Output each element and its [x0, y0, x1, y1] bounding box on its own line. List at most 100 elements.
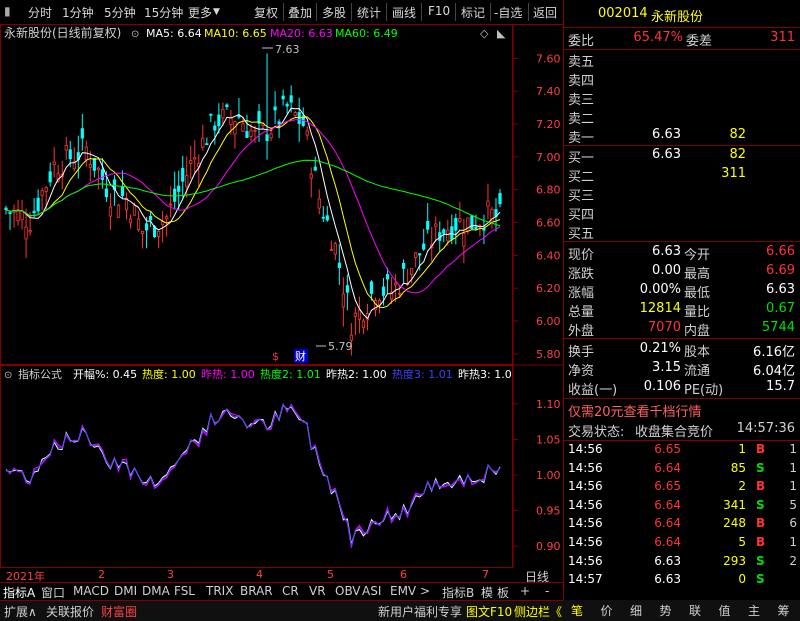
asks-label: 卖一: [568, 131, 595, 146]
candle-body: [221, 108, 225, 119]
candle-body: [333, 243, 337, 255]
chevron-down-icon[interactable]: ⊙: [131, 29, 139, 40]
stock-name: 永新股份: [651, 10, 704, 25]
toolbar-period-5min[interactable]: 5分钟: [104, 4, 136, 21]
x-tick-label: 3: [167, 568, 174, 581]
candle-body: [446, 229, 450, 242]
toolbar-draw-button[interactable]: 画线: [392, 4, 416, 21]
event-marker-dollar[interactable]: $: [272, 350, 279, 363]
indicator-zuore2: 昨热2: 1.00: [326, 368, 387, 381]
wealth-circle-button[interactable]: 财富圈: [101, 603, 137, 620]
candle-body: [48, 171, 52, 183]
indicator-tab-14[interactable]: 指标B: [442, 584, 474, 601]
indicator-tab-12[interactable]: EMV: [390, 584, 416, 598]
related-quotes-button[interactable]: 关联报价: [46, 603, 94, 620]
finance-event-marker[interactable]: 财: [295, 349, 306, 363]
candle-body: [128, 218, 133, 224]
indicator-tab-10[interactable]: OBV: [335, 584, 361, 598]
panel-nav-0[interactable]: 笔: [571, 602, 583, 619]
x-tick-label: 4: [256, 568, 263, 581]
chart-area[interactable]: 7.60 7.40 7.20 7.00 6.80 6.60 6.40 6.20 6.00 5.80…: [0, 24, 563, 568]
collapse-icon[interactable]: ◣: [497, 27, 506, 40]
tick-volume: 5: [738, 535, 746, 549]
indicator-tab-8[interactable]: CR: [282, 584, 299, 598]
y-tick-label: 5.80: [536, 348, 561, 361]
panel-nav-4[interactable]: 联: [689, 602, 701, 619]
toolbar-f10-button[interactable]: F10: [428, 4, 450, 18]
bids-row: 买一 6.63 82: [564, 147, 800, 166]
indicator-tab-4[interactable]: DMA: [142, 584, 170, 598]
candle-body: [498, 193, 502, 205]
indicator-tab-16[interactable]: 板: [497, 584, 509, 601]
tick-price: 6.64: [654, 497, 681, 512]
tick-row: 14:57 6.63 0 S: [564, 572, 800, 590]
toolbar-overlay-button[interactable]: 叠加: [288, 4, 312, 21]
indicator-tab-9[interactable]: VR: [309, 584, 326, 598]
weibi-label: 委比: [568, 34, 595, 49]
tick-time: 14:56: [568, 479, 603, 494]
panel-nav-2[interactable]: 细: [630, 602, 642, 619]
bids-label: 买一: [568, 151, 595, 166]
panel-nav-7[interactable]: 筹: [778, 602, 790, 619]
bids-row: 买四: [564, 204, 800, 223]
indicator-tab-18[interactable]: -: [545, 584, 549, 598]
toolbar-back-button[interactable]: 返回: [533, 4, 557, 21]
indicator-tab-0[interactable]: 指标A: [3, 584, 35, 601]
quote-label: 涨幅: [568, 286, 595, 301]
expand-button[interactable]: 扩展∧: [4, 603, 37, 620]
new-user-promo-link[interactable]: 新用户福利专享: [378, 603, 462, 620]
candle-body: [369, 281, 374, 294]
indicator-tab-bar: 2021年 2 3 4 5 6 7 日线 指标A 窗口 MACD DMI DMA FSL TRIX BRAR C…: [0, 568, 563, 600]
toolbar-menu-icon[interactable]: ▮: [4, 4, 11, 18]
indicator-tab-15[interactable]: 模: [481, 584, 493, 601]
chevron-down-icon[interactable]: ⊙: [4, 370, 12, 381]
indicator-redu2: 热度2: 1.01: [260, 367, 321, 381]
panel-nav-3[interactable]: 势: [660, 602, 672, 619]
f10-graphic-button[interactable]: 图文F10: [466, 603, 512, 620]
indicator-tab-1[interactable]: 窗口: [41, 584, 65, 601]
candle-body: [253, 129, 257, 132]
toolbar-period-15min[interactable]: 15分钟: [144, 4, 183, 21]
quote-label: 现价: [568, 248, 595, 263]
toolbar-mark-button[interactable]: 标记: [461, 4, 485, 21]
sidebar-toggle-button[interactable]: 侧边栏《: [514, 603, 562, 620]
ma20-label: MA20: 6.63: [270, 27, 333, 40]
candle-body: [393, 282, 398, 286]
y-tick-label: 6.00: [536, 315, 561, 328]
indicator-y-tick-label: 1.05: [536, 433, 561, 446]
promo-text[interactable]: 仅需20元查看千档行情: [568, 401, 702, 420]
indicator-tab-6[interactable]: TRIX: [206, 584, 233, 598]
kline-chart[interactable]: 7.60 7.40 7.20 7.00 6.80 6.60 6.40 6.20 6.00 5.80…: [0, 24, 563, 568]
finance-value: 0.21%: [639, 341, 681, 356]
candle-body: [289, 95, 293, 103]
toolbar-period-1min[interactable]: 1分钟: [62, 4, 94, 21]
tick-count: 2: [789, 553, 797, 568]
candle-body: [434, 223, 438, 227]
panel-nav-5[interactable]: 值: [719, 602, 731, 619]
panel-nav-1[interactable]: 价: [601, 602, 613, 619]
toolbar-multi-stock-button[interactable]: 多股: [322, 4, 346, 21]
toolbar-remove-watchlist-button[interactable]: -自选: [494, 4, 522, 21]
finance-value: 0.106: [643, 379, 681, 394]
panel-nav-6[interactable]: 主: [748, 602, 760, 619]
candle-body: [120, 186, 125, 196]
settings-icon[interactable]: ◇: [480, 27, 489, 40]
toolbar-period-fenshi[interactable]: 分时: [28, 4, 52, 21]
indicator-tab-11[interactable]: ASI: [362, 584, 381, 598]
promo-row[interactable]: 仅需20元查看千档行情: [564, 401, 800, 420]
indicator-tab-7[interactable]: BRAR: [240, 584, 273, 598]
tick-price: 6.64: [654, 516, 681, 531]
toolbar-more-button[interactable]: 更多: [188, 4, 212, 21]
indicator-tab-5[interactable]: FSL: [174, 584, 195, 598]
candle-body: [136, 218, 141, 231]
indicator-tab-3[interactable]: DMI: [114, 584, 137, 598]
panel-header: 002014 永新股份: [564, 6, 800, 25]
toolbar-stats-button[interactable]: 统计: [357, 4, 381, 21]
tick-side: B: [756, 516, 766, 531]
toolbar-fuquan-button[interactable]: 复权: [254, 4, 278, 21]
candle-body: [32, 210, 36, 213]
indicator-tab-2[interactable]: MACD: [73, 584, 109, 598]
indicator-tab-13[interactable]: >: [420, 584, 430, 598]
weicha-label: 委差: [686, 34, 713, 49]
indicator-tab-17[interactable]: +: [520, 584, 530, 598]
